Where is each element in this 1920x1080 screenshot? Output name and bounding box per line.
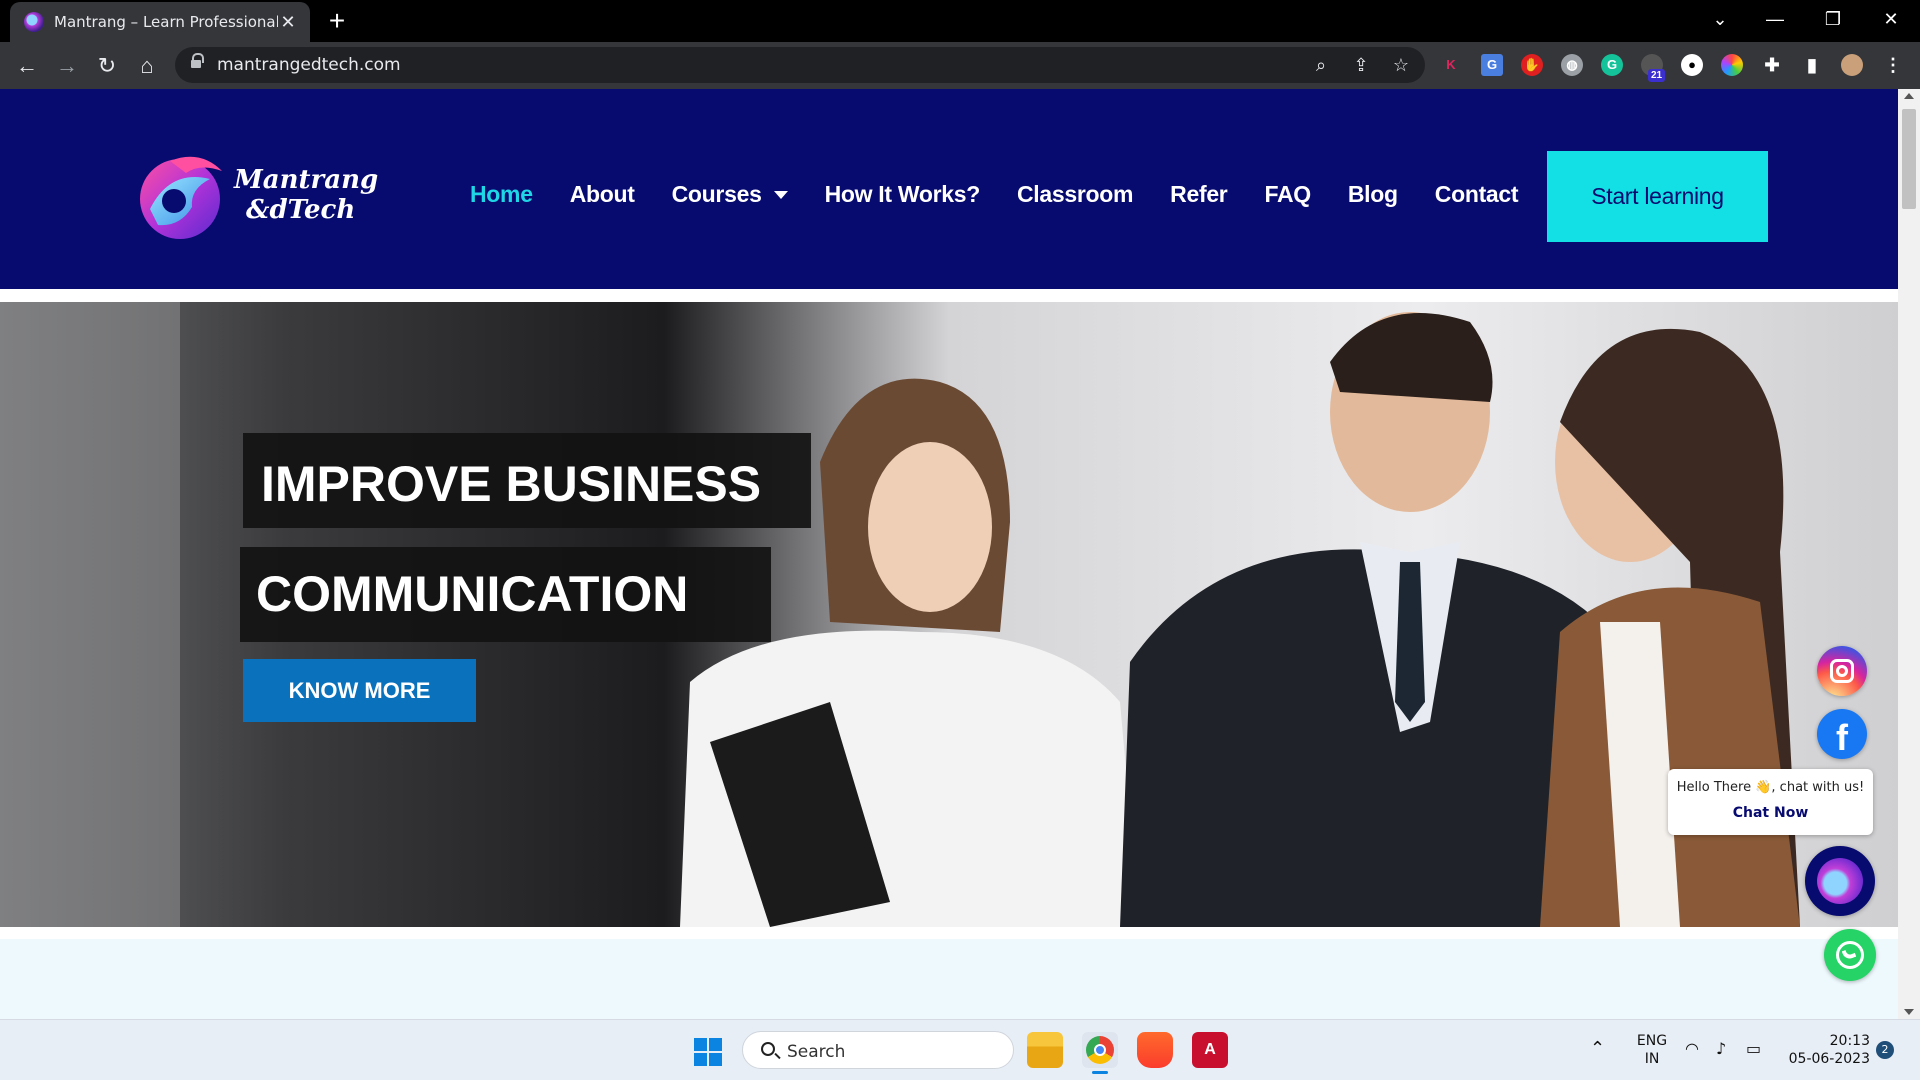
site-favicon-icon — [24, 12, 44, 32]
browser-tab[interactable]: Mantrang – Learn Professional En ✕ — [10, 2, 310, 42]
browser-tab-bar: Mantrang – Learn Professional En ✕ + ⌄ —… — [0, 0, 1920, 42]
k-extension-icon[interactable]: K — [1440, 54, 1462, 76]
scroll-down-arrow-icon[interactable] — [1904, 1009, 1914, 1015]
whatsapp-icon[interactable] — [1824, 929, 1876, 981]
chat-now-link[interactable]: Chat Now — [1668, 805, 1873, 821]
show-hidden-icons-chevron[interactable]: ⌃ — [1590, 1040, 1605, 1058]
menu-kebab-icon[interactable]: ⋮ — [1882, 54, 1904, 76]
close-window-button[interactable]: ✕ — [1871, 4, 1911, 34]
nav-home[interactable]: Home — [470, 181, 533, 208]
tab-title: Mantrang – Learn Professional En — [54, 13, 278, 31]
taskbar-search-placeholder: Search — [787, 1042, 846, 1062]
side-panel-icon[interactable]: ▮ — [1801, 54, 1823, 76]
acrobat-reader-icon[interactable]: A — [1192, 1032, 1228, 1068]
logo-line-2: &dTech — [246, 195, 356, 225]
brave-browser-icon[interactable] — [1137, 1032, 1173, 1068]
share-icon[interactable]: ⇪ — [1350, 54, 1372, 76]
logo-line-1: Mantrang — [234, 165, 379, 195]
browser-toolbar: ← → ↻ ⌂ mantrangedtech.com ⌕ ⇪ ☆ — [0, 42, 1920, 89]
file-explorer-icon[interactable] — [1027, 1032, 1063, 1068]
wifi-icon[interactable]: ◠ — [1685, 1040, 1699, 1058]
site-header: Mantrang &dTech Home About Courses How I… — [0, 89, 1898, 289]
chat-avatar-logo-icon[interactable] — [1805, 846, 1875, 916]
facebook-icon[interactable]: f — [1817, 709, 1867, 759]
profile-avatar[interactable] — [1841, 54, 1863, 76]
next-section — [0, 939, 1898, 1019]
translate-extension-icon[interactable]: G — [1481, 54, 1503, 76]
main-navigation: Home About Courses How It Works? Classro… — [470, 181, 1555, 208]
minimize-button[interactable]: — — [1755, 4, 1795, 34]
nav-contact[interactable]: Contact — [1435, 181, 1519, 208]
region-code: IN — [1644, 1051, 1660, 1067]
site-logo[interactable]: Mantrang &dTech — [130, 149, 378, 249]
taskbar-search-box[interactable]: Search — [742, 1031, 1014, 1069]
search-icon — [761, 1042, 775, 1056]
address-bar[interactable]: mantrangedtech.com ⌕ ⇪ ☆ — [175, 47, 1425, 83]
color-extension-icon[interactable] — [1721, 54, 1743, 76]
url-text[interactable]: mantrangedtech.com — [217, 55, 401, 75]
home-icon[interactable]: ⌂ — [131, 50, 163, 82]
close-tab-icon[interactable]: ✕ — [278, 12, 298, 33]
reload-icon[interactable]: ↻ — [91, 50, 123, 82]
bookmark-star-icon[interactable]: ☆ — [1390, 54, 1412, 76]
circle-extension-icon[interactable]: ● — [1681, 54, 1703, 76]
clock[interactable]: 20:13 05-06-2023 — [1780, 1032, 1870, 1068]
restore-button[interactable]: ❐ — [1813, 4, 1853, 34]
globe-extension-icon[interactable]: ◍ — [1561, 54, 1583, 76]
grammarly-extension-icon[interactable]: G — [1601, 54, 1623, 76]
hero-heading-line-2: COMMUNICATION — [240, 547, 771, 642]
nav-courses[interactable]: Courses — [672, 181, 788, 208]
phoenix-logo-icon — [140, 156, 222, 239]
volume-icon[interactable]: ♪ — [1716, 1040, 1726, 1058]
windows-taskbar: Search A ⌃ ENG IN ◠ ♪ ▭ 20:13 05-06-2023… — [0, 1019, 1920, 1080]
language-indicator[interactable]: ENG IN — [1636, 1032, 1668, 1068]
extensions-puzzle-icon[interactable]: ✚ — [1761, 54, 1783, 76]
clock-date: 05-06-2023 — [1788, 1051, 1870, 1067]
hero-banner: IMPROVE BUSINESS COMMUNICATION KNOW MORE — [0, 302, 1898, 927]
windows-start-icon[interactable] — [694, 1038, 722, 1066]
dropdown-caret-icon — [773, 190, 788, 199]
chrome-taskbar-icon[interactable] — [1082, 1032, 1118, 1074]
notification-badge[interactable]: 2 — [1876, 1041, 1894, 1059]
logo-wordmark: Mantrang &dTech — [234, 165, 378, 225]
language-code: ENG — [1636, 1033, 1668, 1049]
battery-icon[interactable]: ▭ — [1746, 1040, 1761, 1058]
nav-how-it-works[interactable]: How It Works? — [825, 181, 981, 208]
chat-greeting: Hello There 👋, chat with us! — [1676, 780, 1865, 795]
extension-badge: 21 — [1648, 69, 1666, 82]
scroll-up-arrow-icon[interactable] — [1904, 93, 1914, 99]
chat-invite-bubble[interactable]: Hello There 👋, chat with us! Chat Now — [1668, 769, 1873, 835]
adblock-extension-icon[interactable]: ✋ — [1521, 54, 1543, 76]
nav-courses-label: Courses — [671, 181, 762, 207]
hero-heading-line-1: IMPROVE BUSINESS — [243, 433, 811, 528]
new-tab-button[interactable]: + — [322, 6, 352, 36]
nav-about[interactable]: About — [570, 181, 635, 208]
scrollbar-thumb[interactable] — [1902, 109, 1916, 209]
know-more-button[interactable]: KNOW MORE — [243, 659, 476, 722]
page-scrollbar[interactable] — [1898, 89, 1920, 1019]
nav-refer[interactable]: Refer — [1170, 181, 1228, 208]
start-learning-button[interactable]: Start learning — [1547, 151, 1768, 242]
tab-search-chevron-icon[interactable]: ⌄ — [1700, 4, 1740, 34]
lock-icon[interactable] — [191, 53, 204, 70]
nav-blog[interactable]: Blog — [1348, 181, 1398, 208]
nav-faq[interactable]: FAQ — [1264, 181, 1311, 208]
nav-classroom[interactable]: Classroom — [1017, 181, 1133, 208]
zoom-search-icon[interactable]: ⌕ — [1310, 54, 1332, 76]
web-page: Mantrang &dTech Home About Courses How I… — [0, 89, 1898, 1019]
forward-arrow-icon[interactable]: → — [51, 50, 83, 82]
instagram-icon[interactable] — [1817, 646, 1867, 696]
clock-time: 20:13 — [1829, 1033, 1870, 1049]
back-arrow-icon[interactable]: ← — [11, 50, 43, 82]
